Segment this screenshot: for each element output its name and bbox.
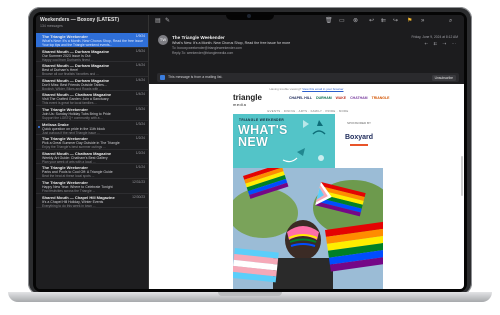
brand-line-2: media <box>233 102 247 107</box>
partner-logo[interactable]: CHAPEL HILL <box>289 96 312 100</box>
sponsor-underline <box>350 144 368 146</box>
sender-name[interactable]: The Triangle Weekender <box>172 35 225 40</box>
reply-all-icon[interactable]: ⇇ <box>381 18 386 24</box>
message-date: 1/9/24 <box>135 34 145 38</box>
message-preview: Plan your week of arts with a local ... <box>42 159 96 164</box>
sponsor-panel[interactable]: SPONSORED BY Boxyard <box>335 114 383 168</box>
sponsor-label: SPONSORED BY <box>346 121 371 125</box>
message-preview: Bookish, Wilder, Bikes and Roads with ..… <box>42 86 102 91</box>
message-preview: This event is great for local families .… <box>42 101 98 106</box>
newsletter-nav[interactable]: EVENTS · DINING · ARTS · FAMILY · PRIDE … <box>233 109 383 113</box>
flag-icon[interactable]: ⚑ <box>407 18 412 24</box>
more-icon[interactable]: » <box>421 18 424 24</box>
reply-icon[interactable]: ↩ <box>369 18 374 24</box>
sponsor-logo: Boxyard <box>344 134 373 141</box>
message-preview: Everything to do this week in town ... <box>42 203 96 208</box>
info-icon <box>160 75 165 80</box>
message-row[interactable]: The Triangle Weekender 1/2/24 Pick a Great… <box>36 135 148 150</box>
message-row[interactable]: Melissa Drake 1/3/24 Quick question on pri… <box>36 121 148 136</box>
toolbar: ▤ ✎ 🗑︎ ▭ ⊗ ↩ ⇇ ↪ ⚑ » ⌕ <box>149 15 464 29</box>
scrollbar[interactable] <box>461 156 463 196</box>
forward-icon[interactable]: ↪ <box>393 18 398 24</box>
message-date: 1/3/24 <box>135 121 145 126</box>
archive-icon[interactable]: ▭ <box>339 18 345 24</box>
message-preview: Support the LGBTQ+ community with a ... <box>42 115 104 120</box>
message-preview: Your top tips and the Triangle weekend e… <box>42 43 113 47</box>
hero-title-line-2: NEW <box>238 135 269 149</box>
message-list-pane: Weekenders — Boxoxy (LATEST) 134 message… <box>36 15 149 289</box>
message-list: The Triangle Weekender 1/9/24 What's New: … <box>36 33 148 209</box>
message-row[interactable]: Shared Mouth — Durham Magazine 1/4/24 Don'… <box>36 77 148 92</box>
compose-icon[interactable]: ✎ <box>165 18 170 24</box>
message-date: 12/31/23 <box>132 179 145 184</box>
trash-icon[interactable]: 🗑︎ <box>325 18 333 24</box>
message-preview: Beat the heat at these local spots ... <box>42 174 95 179</box>
message-row[interactable]: Shared Mouth — Chatham Magazine 1/4/24 Vis… <box>36 91 148 106</box>
message-date: 1/4/24 <box>135 92 145 97</box>
message-row[interactable]: Shared Mouth — Chapel Hill Magazine 12/30… <box>36 194 148 209</box>
message-row[interactable]: Shared Mouth — Durham Magazine 1/4/24 Best… <box>36 62 148 77</box>
message-row[interactable]: The Triangle Weekender 12/31/23 Happy New … <box>36 179 148 194</box>
message-count: 134 messages <box>40 24 63 28</box>
unread-dot-icon <box>37 125 40 128</box>
sidebar-toggle-icon[interactable]: ▤ <box>155 18 161 24</box>
message-row[interactable]: The Triangle Weekender 1/9/24 What's New: … <box>36 33 148 48</box>
partner-logo[interactable]: DURHAM <box>316 96 332 100</box>
junk-icon[interactable]: ⊗ <box>353 18 358 24</box>
hero-title: WHAT'S NEW <box>238 124 288 149</box>
pride-photo[interactable] <box>233 168 383 289</box>
message-row[interactable]: The Triangle Weekender 1/3/24 Join Us: Sun… <box>36 106 148 121</box>
email-body: Having trouble viewing? View this email … <box>149 84 464 289</box>
email-header: TW The Triangle Weekender What's New: It… <box>149 29 464 73</box>
partner-logo[interactable]: TRIANGLE <box>372 96 390 100</box>
hero-banner[interactable]: TRIANGLE WEEKENDER WHAT'S NEW SPONSORED … <box>233 114 383 168</box>
laptop-frame: Weekenders — Boxoxy (LATEST) 134 message… <box>0 0 500 315</box>
message-row[interactable]: The Triangle Weekender 1/1/24 Parks and Po… <box>36 164 148 179</box>
message-date: 1/3/24 <box>135 106 145 111</box>
mailing-list-banner: This message is from a mailing list. Uns… <box>157 73 459 82</box>
recipient: To: boxoxy.weekender@triangleweekender.c… <box>172 46 242 50</box>
unsubscribe-button[interactable]: Unsubscribe <box>431 74 456 81</box>
message-date: 1/1/24 <box>135 165 145 170</box>
message-preview: Find festivities across the Triangle ... <box>42 188 96 193</box>
message-row[interactable]: Shared Mouth — Chatham Magazine 1/2/24 Wee… <box>36 150 148 165</box>
message-preview: Enjoy the Triangle's best summer outings… <box>42 145 106 150</box>
message-date: 1/4/24 <box>135 77 145 82</box>
message-date: 1/2/24 <box>135 150 145 155</box>
message-sender: Shared Mouth — Chapel Hill Magazine <box>42 194 115 200</box>
email-date: Friday, June 9, 2024 at 8:12 AM <box>411 35 459 39</box>
message-preview: Browse all our finalists' favorites and … <box>42 72 99 77</box>
view-online-line: Having trouble viewing? View this email … <box>149 87 464 91</box>
partner-logo[interactable]: CHATHAM <box>350 96 367 100</box>
search-icon[interactable]: ⌕ <box>449 18 452 24</box>
message-preview: Just curious if the next Triangle issue … <box>42 130 100 135</box>
brand-logo[interactable]: triangle media <box>233 94 262 108</box>
hero-kicker: TRIANGLE WEEKENDER <box>239 118 285 122</box>
message-preview: Happy cool from Durham's finest ... <box>42 57 94 62</box>
view-online-link[interactable]: View this email in your browser <box>302 87 343 91</box>
partner-logos: CHAPEL HILL DURHAM WAKE CHATHAM TRIANGLE <box>289 96 393 100</box>
view-online-text: Having trouble viewing? <box>269 87 303 91</box>
message-date: 1/4/24 <box>135 63 145 68</box>
partner-logo[interactable]: WAKE <box>336 96 347 100</box>
message-date: 1/2/24 <box>135 136 145 141</box>
reading-pane: ▤ ✎ 🗑︎ ▭ ⊗ ↩ ⇇ ↪ ⚑ » ⌕ TW The Triangle W… <box>149 15 464 289</box>
message-date: 12/30/23 <box>132 194 145 199</box>
avatar: TW <box>158 35 168 45</box>
email-subject: What's New: It's a Month. New Chorus Sho… <box>172 41 291 45</box>
reply-to: Reply-To: weekender@trianglemedia.com <box>172 50 234 55</box>
pride-flags-illustration <box>233 168 383 289</box>
laptop-groove <box>218 292 282 296</box>
message-date: 1/5/24 <box>135 48 145 53</box>
header-actions[interactable]: ⇠ ⇇ ⇢ ⋯ <box>424 41 458 47</box>
mail-app-window: Weekenders — Boxoxy (LATEST) 134 message… <box>36 15 464 289</box>
message-row[interactable]: Shared Mouth — Durham Magazine 1/5/24 Our … <box>36 48 148 63</box>
camera-icon <box>247 14 251 18</box>
mailing-list-notice: This message is from a mailing list. <box>168 75 223 79</box>
